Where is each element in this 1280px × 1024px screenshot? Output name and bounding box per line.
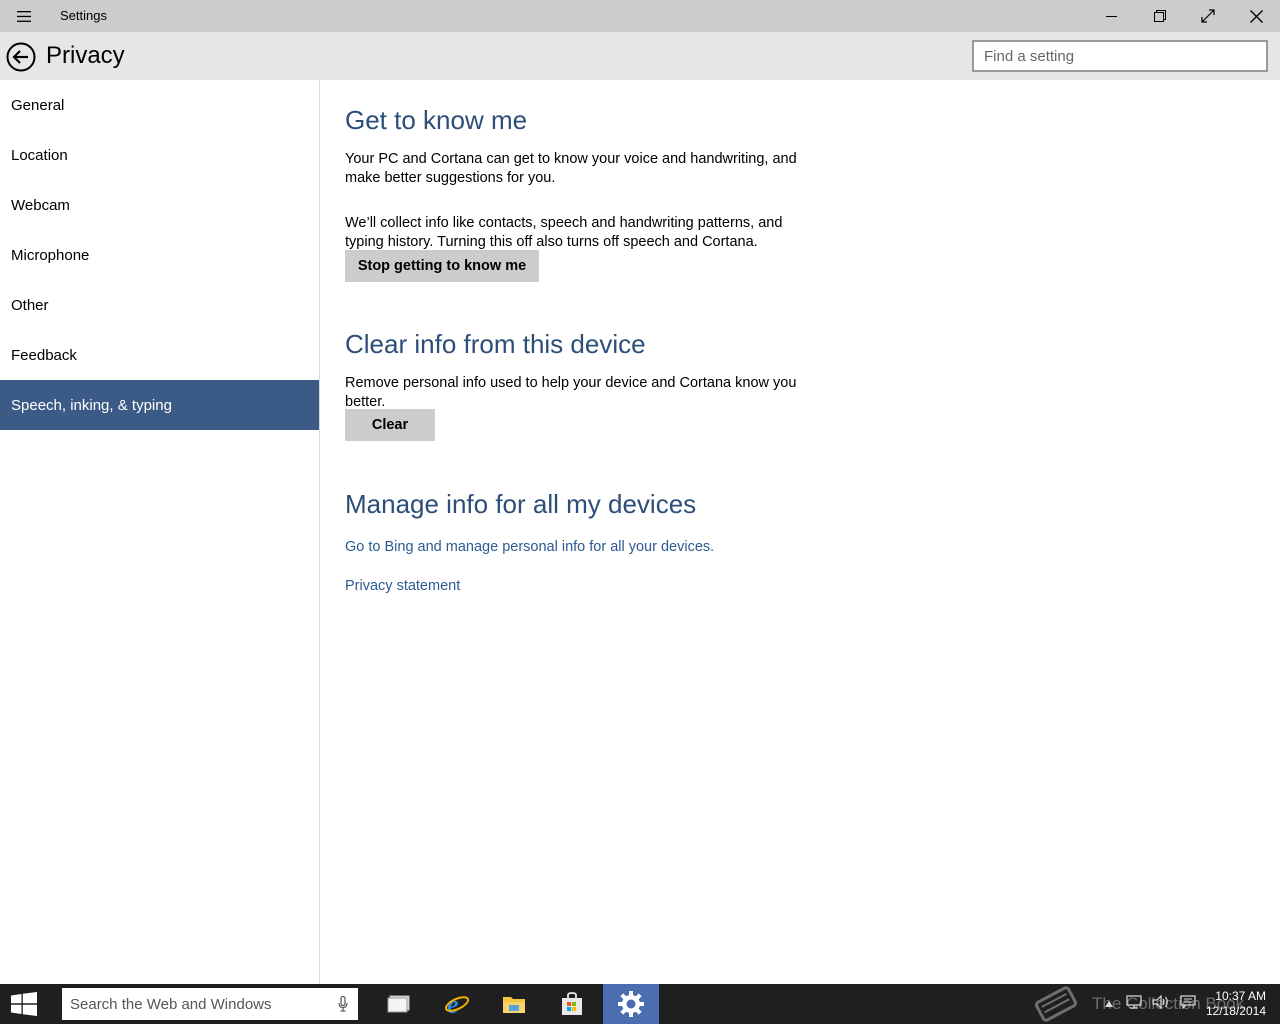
system-tray (1104, 984, 1196, 1024)
title-bar: Settings (0, 0, 1280, 32)
full-screen-button[interactable] (1184, 0, 1232, 32)
close-button[interactable] (1232, 0, 1280, 32)
file-explorer-icon[interactable] (486, 984, 542, 1024)
task-view-icon[interactable] (371, 984, 427, 1024)
window-title: Settings (60, 8, 107, 23)
page-title: Privacy (46, 42, 125, 69)
section-title-manage: Manage info for all my devices (345, 489, 697, 519)
page-header: Privacy (0, 32, 1280, 80)
sidebar: General Location Webcam Microphone Other… (0, 80, 320, 984)
microphone-icon[interactable] (338, 995, 348, 1017)
know-me-description: Your PC and Cortana can get to know your… (345, 151, 797, 186)
sidebar-item-label: Other (11, 296, 49, 314)
sidebar-item-label: Location (11, 146, 68, 164)
hamburger-menu-icon[interactable] (8, 0, 40, 32)
privacy-statement-link[interactable]: Privacy statement (345, 578, 460, 594)
sidebar-item-label: Speech, inking, & typing (11, 396, 172, 414)
restore-button[interactable] (1136, 0, 1184, 32)
sidebar-item-location[interactable]: Location (0, 130, 319, 180)
sidebar-item-feedback[interactable]: Feedback (0, 330, 319, 380)
sidebar-item-general[interactable]: General (0, 80, 319, 130)
store-icon[interactable] (544, 984, 600, 1024)
action-center-icon[interactable] (1180, 994, 1196, 1014)
show-hidden-icons-icon[interactable] (1104, 995, 1114, 1013)
sidebar-item-label: Webcam (11, 196, 70, 214)
sidebar-item-other[interactable]: Other (0, 280, 319, 330)
windows-start-icon[interactable] (0, 984, 48, 1024)
sidebar-item-speech-inking-typing[interactable]: Speech, inking, & typing (0, 380, 319, 430)
volume-icon[interactable] (1152, 994, 1170, 1014)
sidebar-item-label: General (11, 96, 65, 114)
section-title-know-me: Get to know me (345, 105, 528, 135)
taskbar-search-box[interactable] (62, 988, 358, 1020)
sidebar-item-webcam[interactable]: Webcam (0, 180, 319, 230)
bing-manage-link[interactable]: Go to Bing and manage personal info for … (345, 539, 714, 555)
clock-time: 10:37 AM (1215, 989, 1266, 1003)
back-arrow-icon[interactable] (6, 42, 36, 72)
find-setting-search[interactable] (972, 40, 1268, 72)
search-input[interactable] (974, 42, 1266, 70)
know-me-collection-info: We’ll collect info like contacts, speech… (345, 215, 783, 250)
section-title-clear: Clear info from this device (345, 329, 646, 359)
internet-explorer-icon[interactable]: e (429, 984, 485, 1024)
main-content: Get to know me Your PC and Cortana can g… (345, 80, 805, 595)
clock-date: 12/18/2014 (1205, 1004, 1266, 1018)
settings-gear-icon[interactable] (603, 984, 659, 1024)
clear-button[interactable]: Clear (345, 409, 435, 441)
clear-description: Remove personal info used to help your d… (345, 375, 797, 410)
network-icon[interactable] (1126, 994, 1142, 1014)
stop-getting-to-know-me-button[interactable]: Stop getting to know me (345, 250, 539, 282)
sidebar-item-label: Microphone (11, 246, 90, 264)
sidebar-item-microphone[interactable]: Microphone (0, 230, 319, 280)
minimize-button[interactable] (1088, 0, 1136, 32)
taskbar: e The Collection Book 10:37 AM 12/18/201… (0, 984, 1280, 1024)
taskbar-search-input[interactable] (62, 988, 358, 1020)
sidebar-item-label: Feedback (11, 346, 77, 364)
taskbar-clock[interactable]: 10:37 AM 12/18/2014 (1206, 989, 1266, 1019)
